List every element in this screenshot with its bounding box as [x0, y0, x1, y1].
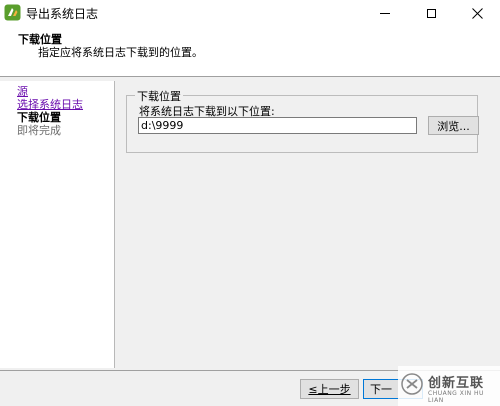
- app-icon: [4, 4, 21, 21]
- download-location-group: 下载位置 将系统日志下载到以下位置: 浏览...: [126, 88, 479, 153]
- back-button-label: ≤上一步: [308, 383, 351, 396]
- back-button[interactable]: ≤上一步: [300, 379, 359, 399]
- window-title: 导出系统日志: [26, 7, 99, 21]
- nav-step-select-logs[interactable]: 选择系统日志: [17, 98, 83, 111]
- page-subtitle: 指定应将系统日志下载到的位置。: [38, 46, 203, 59]
- wizard-content: 下载位置 将系统日志下载到以下位置: 浏览...: [117, 81, 500, 368]
- wizard-steps-nav: 源 选择系统日志 下载位置 即将完成: [0, 81, 115, 368]
- minimize-button[interactable]: [362, 0, 408, 26]
- maximize-icon: [426, 8, 436, 18]
- browse-button[interactable]: 浏览...: [428, 116, 479, 135]
- nav-step-ready-to-complete: 即将完成: [17, 124, 61, 137]
- title-bar: 导出系统日志: [0, 0, 500, 26]
- download-path-input[interactable]: [138, 117, 417, 134]
- watermark-subtitle: CHUANG XIN HU LIAN: [428, 390, 484, 404]
- close-button[interactable]: [454, 0, 500, 26]
- group-label: 下载位置: [135, 88, 183, 104]
- minimize-icon: [380, 12, 390, 14]
- watermark: 创新互联 CHUANG XIN HU LIAN: [398, 366, 500, 406]
- wizard-header: 下载位置 指定应将系统日志下载到的位置。: [0, 26, 500, 77]
- nav-step-source[interactable]: 源: [17, 85, 28, 98]
- watermark-brand: 创新互联: [428, 376, 485, 391]
- maximize-button[interactable]: [408, 0, 454, 26]
- watermark-logo-icon: [401, 373, 423, 395]
- nav-step-download-location: 下载位置: [17, 111, 61, 124]
- close-icon: [471, 7, 483, 19]
